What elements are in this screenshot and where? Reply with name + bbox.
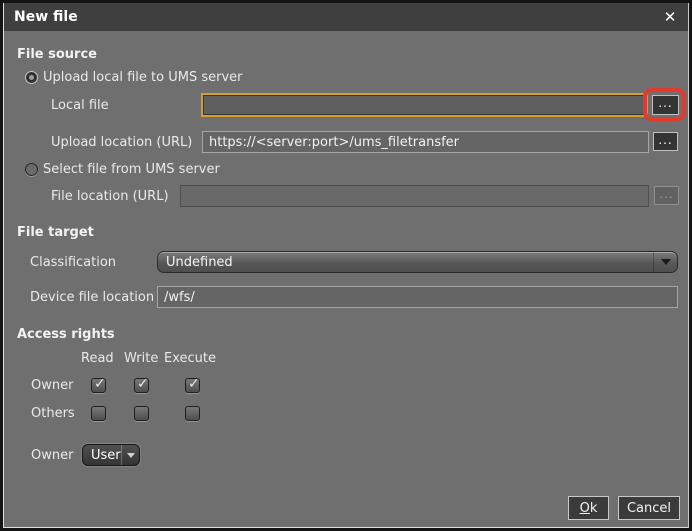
new-file-dialog: New file ✕ File source Upload local file… xyxy=(0,0,692,531)
column-header-read: Read xyxy=(81,351,114,366)
file-location-label: File location (URL) xyxy=(51,189,169,204)
titlebar[interactable]: New file ✕ xyxy=(3,3,689,31)
classification-dropdown[interactable]: Undefined xyxy=(157,251,678,273)
device-file-location-label: Device file location xyxy=(30,290,154,305)
others-row-label: Others xyxy=(31,406,75,421)
radio-upload-local-file[interactable] xyxy=(25,71,38,84)
file-location-input[interactable] xyxy=(180,185,649,207)
dialog-title: New file xyxy=(3,9,78,25)
checkbox-owner-read[interactable] xyxy=(91,378,106,393)
checkbox-owner-write[interactable] xyxy=(134,378,149,393)
checkbox-others-write[interactable] xyxy=(134,406,149,421)
close-icon[interactable]: ✕ xyxy=(659,3,681,31)
local-file-input[interactable] xyxy=(201,93,648,117)
chevron-down-icon xyxy=(653,252,677,272)
owner-dropdown-value: User xyxy=(91,448,121,463)
radio-select-from-ums[interactable] xyxy=(25,163,38,176)
section-header-file-source: File source xyxy=(17,47,97,62)
file-location-browse-button[interactable]: ... xyxy=(654,186,679,205)
owner-select-label: Owner xyxy=(31,448,73,463)
section-header-access-rights: Access rights xyxy=(17,327,115,342)
classification-value: Undefined xyxy=(166,255,233,270)
local-file-browse-button[interactable]: ... xyxy=(652,95,679,115)
radio-select-from-ums-label[interactable]: Select file from UMS server xyxy=(43,162,220,177)
device-file-location-input[interactable] xyxy=(157,286,678,308)
local-file-label: Local file xyxy=(51,98,109,113)
checkbox-others-read[interactable] xyxy=(91,406,106,421)
upload-location-input[interactable] xyxy=(202,131,649,153)
cancel-button[interactable]: Cancel xyxy=(618,496,680,520)
owner-row-label: Owner xyxy=(31,378,73,393)
column-header-write: Write xyxy=(124,351,158,366)
owner-dropdown[interactable]: User xyxy=(82,444,140,466)
upload-location-label: Upload location (URL) xyxy=(51,135,192,150)
column-header-execute: Execute xyxy=(164,351,216,366)
section-header-file-target: File target xyxy=(17,225,94,240)
radio-upload-local-file-label[interactable]: Upload local file to UMS server xyxy=(43,70,243,85)
ok-button[interactable]: Ok xyxy=(568,496,609,520)
classification-label: Classification xyxy=(30,255,116,270)
upload-location-browse-button[interactable]: ... xyxy=(653,132,678,151)
checkbox-others-execute[interactable] xyxy=(185,406,200,421)
chevron-down-icon xyxy=(121,445,139,465)
checkbox-owner-execute[interactable] xyxy=(185,378,200,393)
